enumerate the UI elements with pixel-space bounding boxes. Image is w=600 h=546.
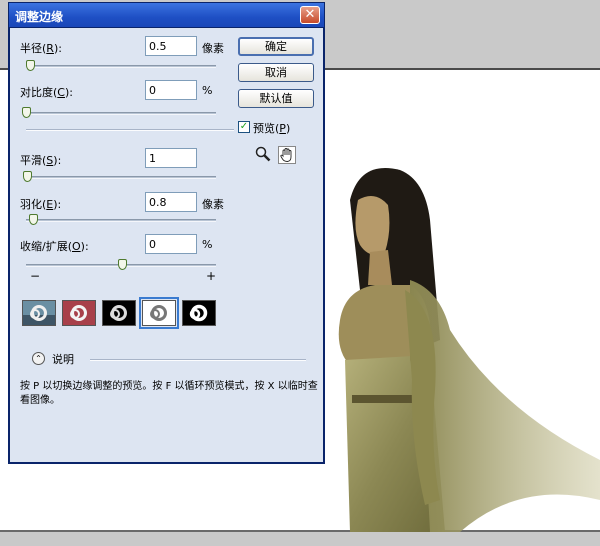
contract-label-text: 收缩/扩展(: [20, 240, 72, 253]
separator: [26, 129, 234, 131]
description-divider: [90, 359, 306, 361]
smooth-input[interactable]: [145, 148, 197, 168]
close-button[interactable]: ✕: [300, 6, 320, 24]
contract-label-key: O: [72, 240, 81, 253]
contrast-slider-thumb[interactable]: [22, 107, 31, 118]
canvas-photo-woman: [338, 168, 600, 532]
ok-button[interactable]: 确定: [238, 37, 314, 56]
preview-label-text: 预览(: [253, 122, 280, 135]
feather-unit: 像素: [202, 198, 224, 211]
radius-slider-thumb[interactable]: [26, 60, 35, 71]
workspace-bottom-area: [0, 532, 600, 546]
contract-expand-input[interactable]: [145, 234, 197, 254]
default-button[interactable]: 默认值: [238, 89, 314, 108]
contract-minus-label: −: [30, 269, 41, 283]
dialog-title: 调整边缘: [15, 10, 64, 24]
contract-expand-slider-thumb[interactable]: [118, 259, 127, 270]
contrast-input[interactable]: [145, 80, 197, 100]
view-mode-standard[interactable]: [22, 300, 56, 326]
view-mode-mask[interactable]: [182, 300, 216, 326]
feather-label-text: 羽化(: [20, 198, 47, 211]
refine-edge-dialog: 调整边缘 ✕ 半径(R): 像素 对比度(C): % 平滑(S): 羽化(E):…: [8, 2, 325, 464]
feather-slider-thumb[interactable]: [29, 214, 38, 225]
preview-label-key: P: [279, 122, 286, 135]
smooth-label-text: 平滑(: [20, 154, 47, 167]
preview-label: 预览(P): [253, 120, 290, 136]
radius-input[interactable]: [145, 36, 197, 56]
contrast-label-key: C: [57, 86, 65, 99]
radius-label: 半径(R):: [20, 40, 62, 56]
smooth-label-suffix: ):: [53, 154, 62, 167]
radius-unit: 像素: [202, 42, 224, 55]
smooth-slider-thumb[interactable]: [23, 171, 32, 182]
contrast-unit: %: [202, 84, 213, 97]
preview-checkbox[interactable]: ✓: [238, 121, 250, 133]
contrast-label-suffix: ):: [64, 86, 73, 99]
expand-plus-label: +: [206, 269, 217, 283]
view-mode-on-black[interactable]: [102, 300, 136, 326]
hand-icon[interactable]: [278, 146, 296, 164]
zoom-icon[interactable]: [254, 146, 272, 164]
radius-label-suffix: ):: [53, 42, 62, 55]
smooth-slider-track[interactable]: [26, 176, 216, 179]
view-mode-on-white[interactable]: [139, 297, 179, 329]
preview-label-suffix: ): [285, 122, 291, 135]
description-text: 按 P 以切换边缘调整的预览。按 F 以循环预览模式，按 X 以临时查看图像。: [20, 381, 318, 406]
feather-slider-track[interactable]: [26, 219, 216, 222]
radius-label-key: R: [46, 42, 54, 55]
radius-slider-track[interactable]: [26, 65, 216, 68]
feather-label-suffix: ):: [53, 198, 62, 211]
description-toggle[interactable]: ⌃: [32, 352, 45, 365]
contrast-label-text: 对比度(: [20, 86, 58, 99]
contrast-label: 对比度(C):: [20, 84, 73, 100]
view-mode-quick-mask[interactable]: [62, 300, 96, 326]
radius-label-text: 半径(: [20, 42, 47, 55]
contract-label-suffix: ):: [80, 240, 89, 253]
contract-expand-label: 收缩/扩展(O):: [20, 238, 89, 254]
description-label: 说明: [52, 353, 74, 366]
smooth-label: 平滑(S):: [20, 152, 61, 168]
feather-label: 羽化(E):: [20, 196, 61, 212]
contrast-slider-track[interactable]: [26, 112, 216, 115]
cancel-button[interactable]: 取消: [238, 63, 314, 82]
feather-input[interactable]: [145, 192, 197, 212]
contract-expand-unit: %: [202, 238, 213, 251]
dialog-titlebar[interactable]: 调整边缘 ✕: [8, 2, 325, 28]
